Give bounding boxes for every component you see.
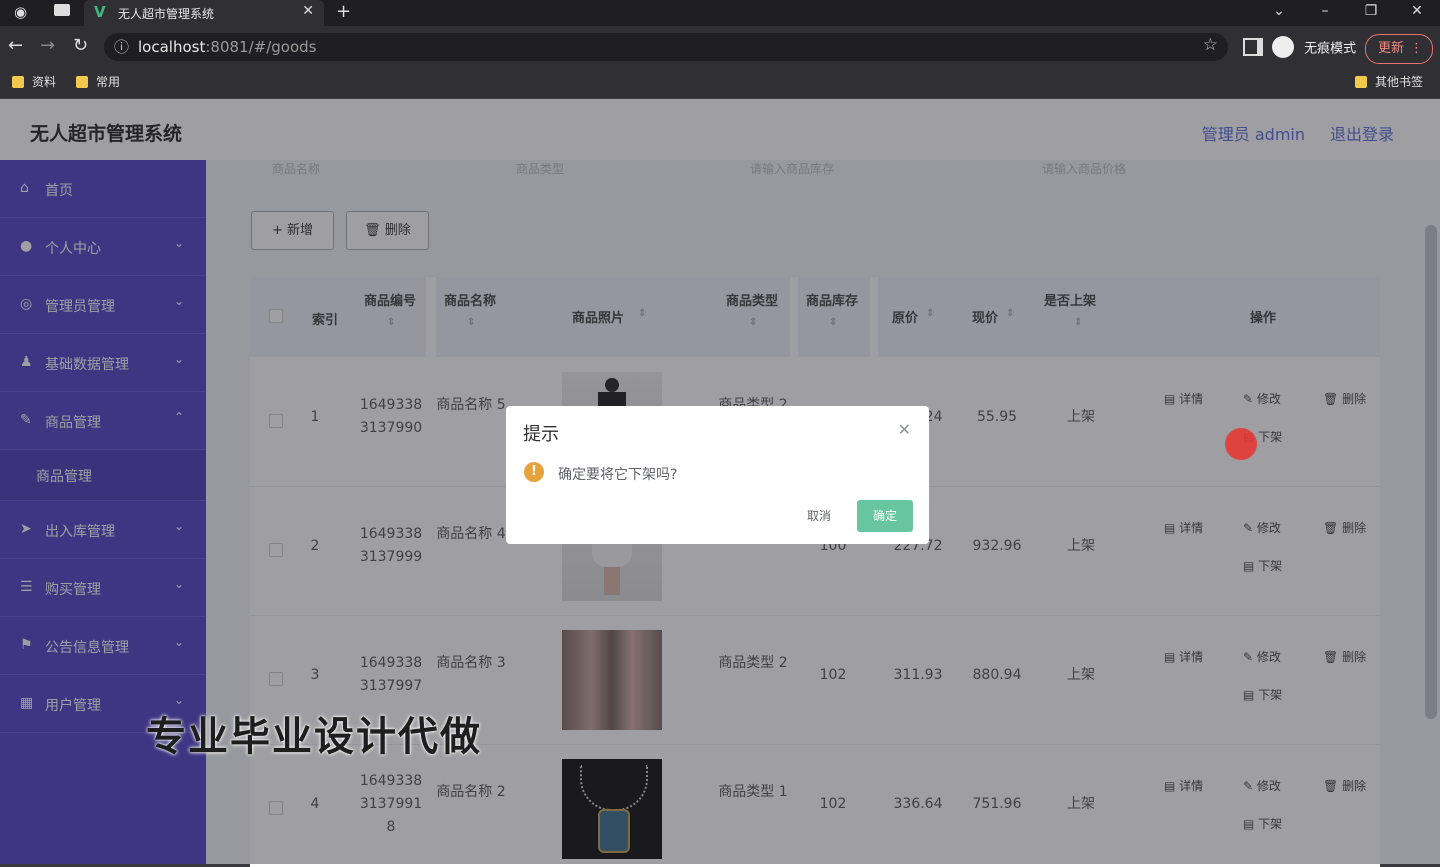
bookmark-label: 其他书签 (1375, 75, 1424, 89)
bookmark-folder-ziliao[interactable]: 资料 (12, 73, 56, 90)
browser-tab-bar: ◉ V 无人超市管理系统 ✕ + ⌄ – ❐ ✕ (0, 0, 1440, 26)
confirm-button[interactable]: 确定 (857, 500, 913, 532)
browser-menu-icon[interactable]: ◉ (14, 3, 27, 21)
tab-list-icon[interactable]: ⌄ (1256, 0, 1302, 26)
url-host: localhost (138, 38, 206, 56)
forward-icon[interactable]: → (40, 35, 55, 56)
folder-icon (1355, 76, 1367, 88)
minimize-icon[interactable]: – (1302, 0, 1348, 26)
incognito-label: 无痕模式 (1304, 41, 1357, 57)
warning-icon: ! (524, 462, 544, 482)
bookmark-folder-changyong[interactable]: 常用 (76, 73, 120, 90)
watermark-text: 专业毕业设计代做 (146, 714, 482, 760)
bookmark-label: 常用 (96, 75, 121, 89)
reload-icon[interactable]: ↻ (73, 35, 88, 56)
tab-close-icon[interactable]: ✕ (302, 3, 314, 19)
vue-logo-icon: V (94, 3, 106, 21)
url-path: :8081/#/goods (205, 38, 317, 56)
update-label: 更新 (1378, 41, 1405, 56)
bookmark-star-icon[interactable]: ☆ (1203, 35, 1218, 55)
incognito-icon (1272, 36, 1294, 58)
window-close-icon[interactable]: ✕ (1394, 0, 1440, 26)
restore-icon[interactable]: ❐ (1348, 0, 1394, 26)
cancel-button[interactable]: 取消 (794, 500, 844, 532)
confirm-dialog: 提示 ✕ ! 确定要将它下架吗? 取消 确定 (506, 406, 929, 544)
back-icon[interactable]: ← (8, 35, 23, 56)
url-text: localhost:8081/#/goods (138, 38, 316, 56)
bookmark-folder-other[interactable]: 其他书签 (1355, 73, 1423, 90)
url-input[interactable]: ⓘ localhost:8081/#/goods ☆ (104, 33, 1228, 61)
dialog-title: 提示 (523, 424, 559, 445)
bookmark-label: 资料 (32, 75, 57, 89)
folder-icon (76, 76, 88, 88)
more-menu-icon[interactable]: ⋮ (1410, 35, 1423, 63)
click-indicator (1225, 428, 1257, 460)
tab-search-icon[interactable] (54, 4, 70, 16)
incognito-badge[interactable]: 无痕模式 (1272, 36, 1356, 60)
bookmarks-bar: 资料 常用 其他书签 (0, 64, 1440, 99)
update-button[interactable]: 更新 ⋮ (1365, 34, 1433, 64)
browser-tab[interactable]: V 无人超市管理系统 ✕ (84, 0, 324, 26)
tab-title: 无人超市管理系统 (118, 7, 215, 21)
site-info-icon[interactable]: ⓘ (114, 36, 129, 57)
folder-icon (12, 76, 24, 88)
dialog-message: 确定要将它下架吗? (558, 467, 678, 483)
close-icon[interactable]: ✕ (898, 420, 911, 439)
side-panel-icon[interactable] (1243, 38, 1263, 56)
new-tab-icon[interactable]: + (336, 1, 351, 22)
